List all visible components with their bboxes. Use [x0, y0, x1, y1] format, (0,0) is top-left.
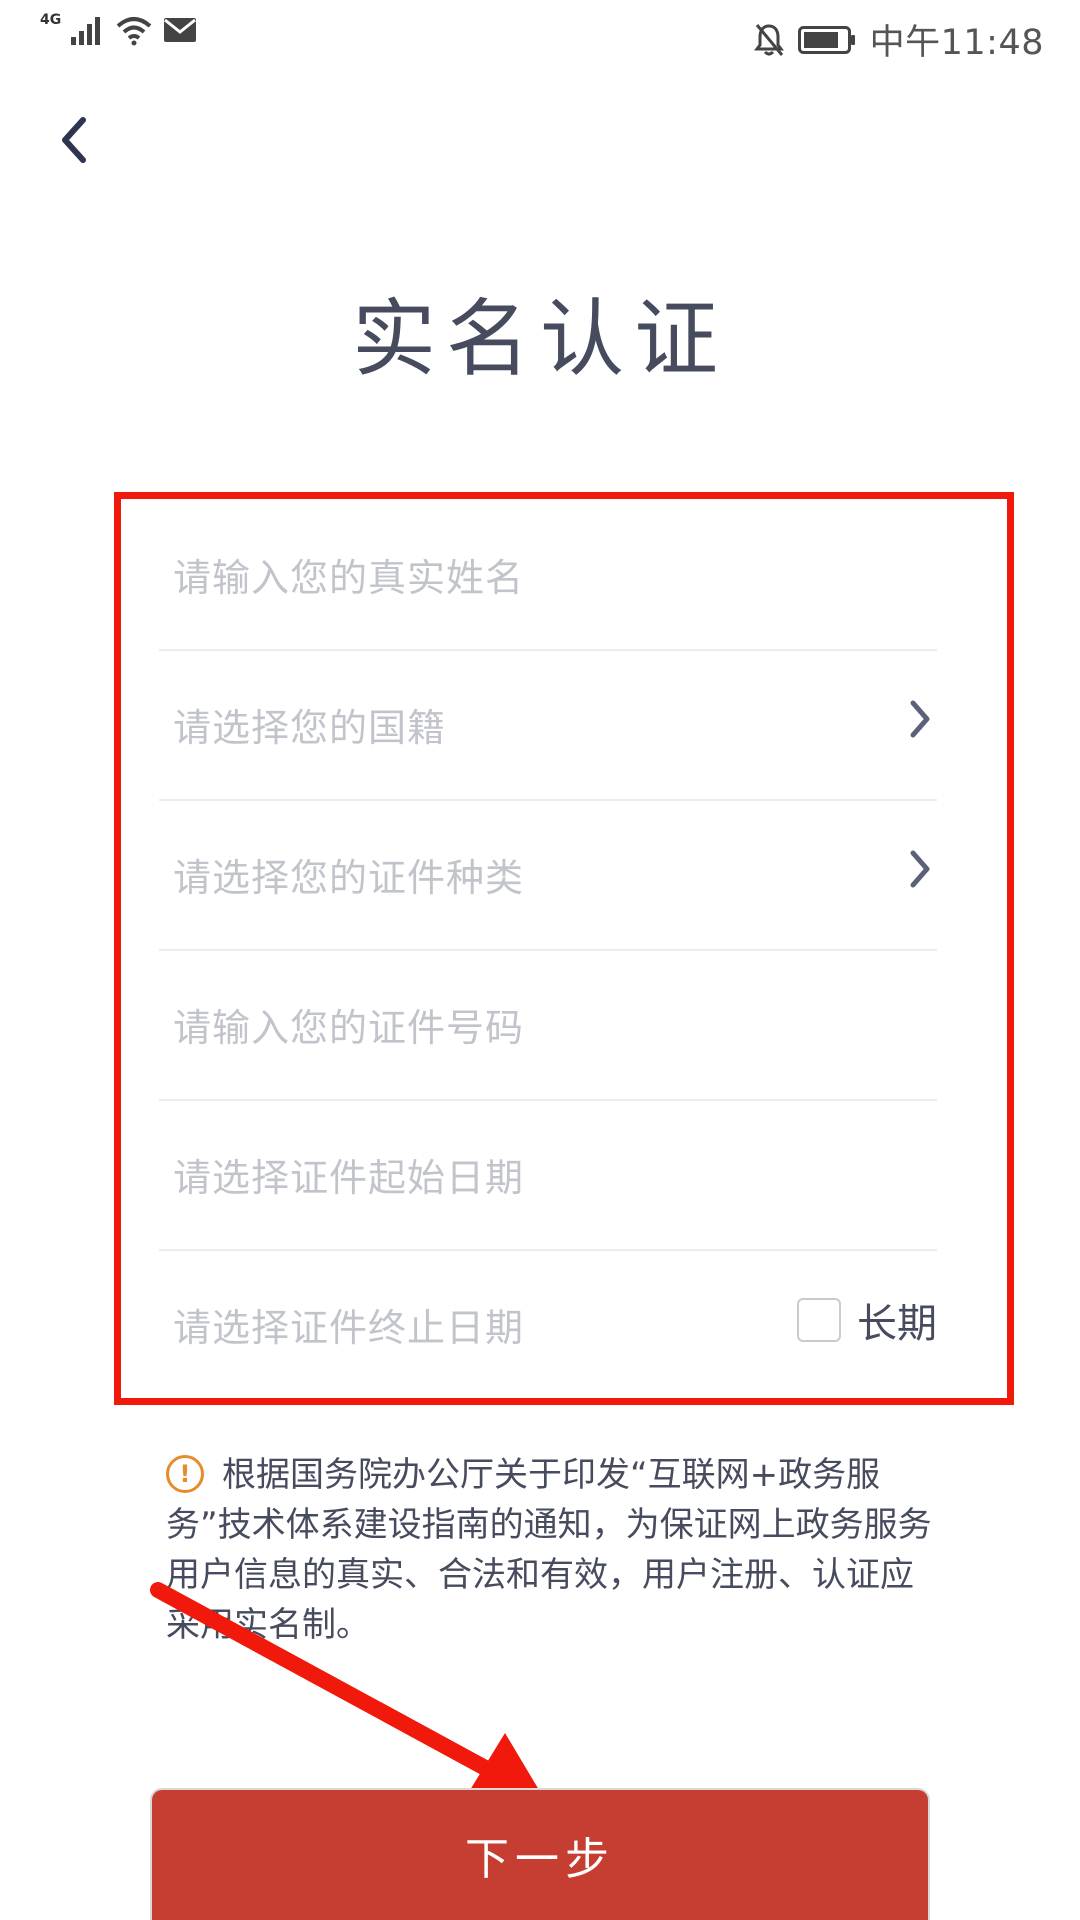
nationality-select[interactable]: 请选择您的国籍 [159, 649, 937, 801]
status-bar: 4G 中午11:48 [0, 0, 1080, 72]
signal-icon [71, 17, 101, 45]
end-date-field[interactable]: 请选择证件终止日期 长期 [159, 1249, 937, 1399]
status-right: 中午11:48 [753, 14, 1044, 65]
long-term-checkbox[interactable] [797, 1298, 841, 1342]
real-name-input[interactable]: 请输入您的真实姓名 [159, 499, 937, 651]
wifi-icon [116, 17, 152, 46]
page-title: 实名认证 [351, 290, 728, 388]
clock: 中午11:48 [869, 23, 1044, 63]
start-date-field[interactable]: 请选择证件起始日期 [159, 1099, 937, 1251]
long-term-toggle[interactable]: 长期 [797, 1291, 937, 1349]
id-number-placeholder: 请输入您的证件号码 [173, 1006, 525, 1050]
back-button[interactable] [52, 112, 96, 168]
chevron-right-icon [910, 850, 930, 888]
id-number-input[interactable]: 请输入您的证件号码 [159, 949, 937, 1101]
chevron-left-icon [62, 117, 86, 163]
battery-icon [797, 25, 855, 54]
start-date-placeholder: 请选择证件起始日期 [173, 1156, 525, 1200]
end-date-placeholder: 请选择证件终止日期 [173, 1306, 525, 1350]
mute-bell-icon [753, 23, 784, 56]
form-highlight-box: 请输入您的真实姓名 请选择您的国籍 请选择您的证件种类 请输入您的证件号码 请选… [114, 492, 1014, 1405]
warning-circle-icon: ! [166, 1454, 204, 1493]
long-term-label: 长期 [857, 1301, 937, 1347]
chevron-right-icon [910, 700, 930, 738]
notice: ! 根据国务院办公厅关于印发“互联网+政务服务”技术体系建设指南的通知，为保证网上… [166, 1450, 946, 1650]
network-type: 4G [40, 12, 62, 28]
next-step-button[interactable]: 下一步 [152, 1790, 928, 1920]
mail-icon [164, 18, 197, 42]
id-type-select[interactable]: 请选择您的证件种类 [159, 799, 937, 951]
real-name-placeholder: 请输入您的真实姓名 [173, 556, 525, 600]
nationality-placeholder: 请选择您的国籍 [173, 706, 447, 750]
id-type-placeholder: 请选择您的证件种类 [173, 856, 525, 900]
notice-text: 根据国务院办公厅关于印发“互联网+政务服务”技术体系建设指南的通知，为保证网上政… [166, 1455, 932, 1645]
status-left: 4G [40, 12, 197, 46]
